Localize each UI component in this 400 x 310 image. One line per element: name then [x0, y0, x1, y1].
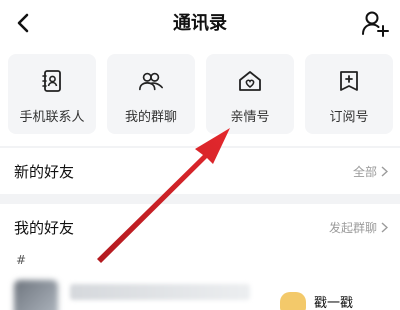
poke-label[interactable]: 戳一戳	[314, 292, 353, 310]
index-letter: #	[16, 253, 27, 267]
card-phone-contacts[interactable]: 手机联系人	[8, 54, 96, 134]
plus-box-icon	[336, 68, 362, 94]
card-label: 我的群聊	[124, 110, 177, 125]
shortcut-grid: 手机联系人 我的群聊 亲情号 订阅号	[0, 46, 400, 146]
card-label: 亲情号	[230, 110, 270, 125]
contact-row[interactable]: 戳一戳	[0, 274, 400, 310]
home-heart-icon	[237, 68, 263, 94]
new-friends-title: 新的好友	[14, 163, 75, 181]
view-all-link[interactable]: 全部	[353, 163, 388, 180]
avatar	[14, 280, 58, 310]
add-person-icon	[362, 11, 389, 37]
my-friends-row: 我的好友 发起群聊	[0, 204, 400, 250]
card-label: 手机联系人	[19, 110, 85, 125]
card-subscriptions[interactable]: 订阅号	[305, 54, 393, 134]
chevron-right-icon	[381, 166, 388, 177]
index-header: #	[0, 248, 400, 274]
new-friends-row[interactable]: 新的好友 全部	[0, 148, 400, 194]
contact-name-blurred	[70, 284, 250, 300]
start-group-chat-link[interactable]: 发起群聊	[329, 219, 388, 236]
card-label: 订阅号	[329, 110, 369, 125]
my-friends-title: 我的好友	[14, 219, 75, 237]
group-icon	[138, 68, 164, 94]
phone-contacts-icon	[39, 68, 65, 94]
page-title: 通讯录	[173, 13, 227, 34]
chevron-right-icon	[381, 222, 388, 233]
start-group-chat-label: 发起群聊	[328, 221, 377, 235]
card-my-groups[interactable]: 我的群聊	[107, 54, 195, 134]
top-nav-bar: 通讯录	[0, 0, 400, 46]
poke-hand-icon	[280, 292, 306, 310]
add-friend-button[interactable]	[358, 6, 392, 40]
card-family-number[interactable]: 亲情号	[206, 54, 294, 134]
view-all-label: 全部	[352, 165, 377, 179]
